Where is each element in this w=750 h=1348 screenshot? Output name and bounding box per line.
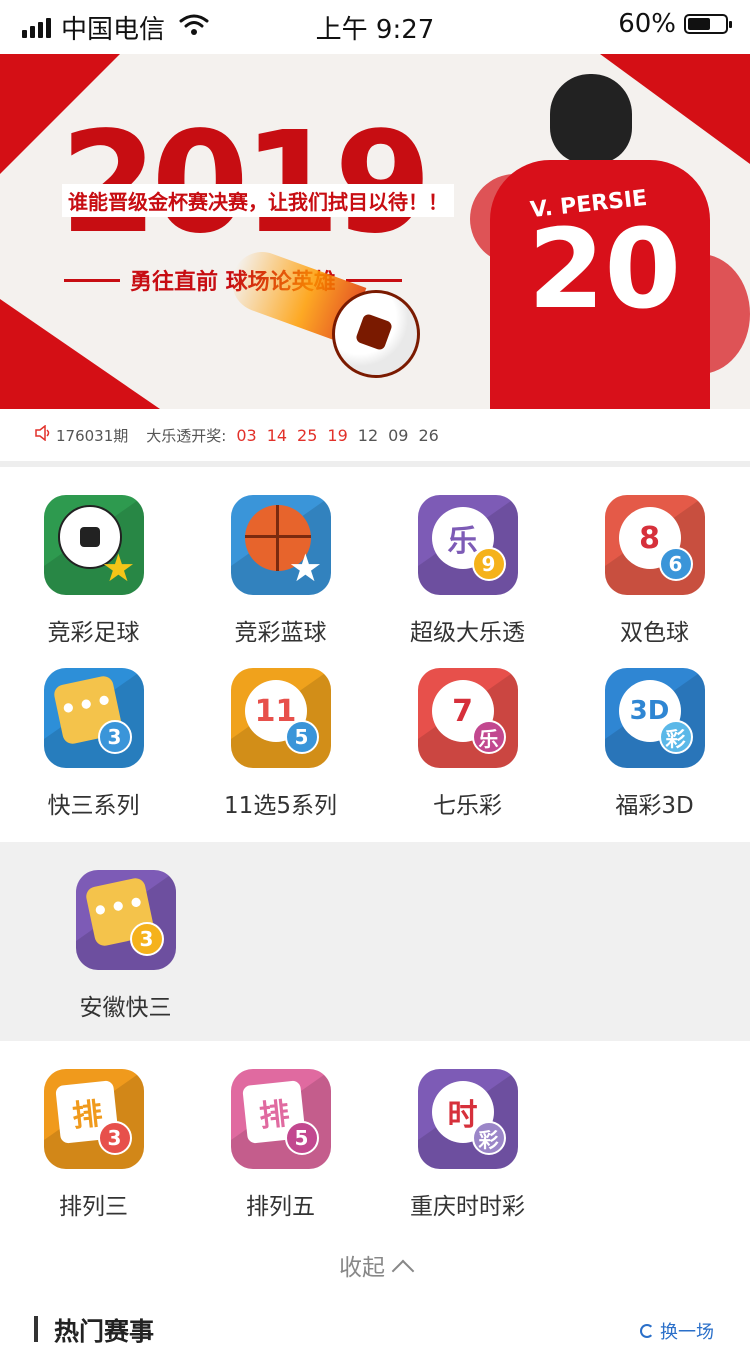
pailie-three-icon: 排3 (43, 1069, 144, 1169)
game-item-eleven-five[interactable]: 11 5 11选5系列 (187, 668, 374, 820)
game-item-shishicai[interactable]: 时彩 重庆时时彩 (374, 1069, 561, 1221)
dice-icon: 3 (75, 870, 176, 970)
battery-group: 60% (618, 9, 732, 39)
section-divider (0, 461, 750, 467)
expanded-games-panel: 3 安徽快三 (0, 842, 750, 1041)
lotto-ball-icon: 乐9 (417, 495, 518, 595)
draw-result-ticker[interactable]: 176031期 大乐透开奖: 03 14 25 19 12 09 26 (0, 409, 750, 461)
refresh-icon (640, 1324, 654, 1338)
game-label: 排列五 (246, 1194, 315, 1220)
speaker-icon (34, 424, 52, 445)
game-label: 快三系列 (47, 793, 140, 819)
basketball-icon: ★ (230, 495, 331, 595)
game-label: 福彩3D (615, 793, 694, 819)
game-item-double-color-ball[interactable]: 86 双色球 (561, 495, 748, 647)
refresh-button[interactable]: 换一场 (640, 1318, 714, 1344)
fucai-3d-icon: 3D 彩 (604, 668, 705, 768)
player-figure: V. PERSIE 20 (470, 74, 730, 409)
seven-lotto-icon: 7乐 (417, 668, 518, 768)
game-item-pailie-five[interactable]: 排5 排列五 (187, 1069, 374, 1221)
refresh-label: 换一场 (660, 1322, 714, 1343)
game-item-fucai-3d[interactable]: 3D 彩 福彩3D (561, 668, 748, 820)
section-marker (34, 1316, 38, 1342)
section-title: 热门赛事 (54, 1317, 155, 1346)
game-item-anhui-kuai-san[interactable]: 3 安徽快三 (32, 870, 219, 1022)
chevron-up-icon (391, 1259, 415, 1283)
draw-gray-number: 26 (418, 425, 439, 445)
game-item-super-lotto[interactable]: 乐9 超级大乐透 (374, 495, 561, 647)
double-color-ball-icon: 86 (604, 495, 705, 595)
battery-icon (684, 14, 732, 34)
draw-red-number: 19 (327, 425, 348, 445)
dice-icon: 3 (43, 668, 144, 768)
battery-percent: 60% (618, 9, 676, 39)
hot-matches-header: 热门赛事 换一场 (0, 1306, 750, 1346)
pailie-five-icon: 排5 (230, 1069, 331, 1169)
banner-slogan-top: 谁能晋级金杯赛决赛，让我们拭目以待！！ (62, 184, 454, 217)
game-item-jingcai-football[interactable]: ★ 竞彩足球 (0, 495, 187, 647)
draw-gray-number: 09 (388, 425, 409, 445)
status-bar: 中国电信 上午 9:27 60% (0, 0, 750, 54)
draw-red-number: 25 (297, 425, 318, 445)
collapse-toggle[interactable]: 收起 (0, 1248, 750, 1283)
game-label: 竞彩蓝球 (234, 620, 327, 646)
game-label: 11选5系列 (224, 793, 337, 819)
game-label: 排列三 (59, 1194, 128, 1220)
eleven-five-icon: 11 5 (230, 668, 331, 768)
player-number: 20 (528, 205, 682, 333)
game-item-seven-lotto[interactable]: 7乐 七乐彩 (374, 668, 561, 820)
draw-red-number: 03 (236, 425, 257, 445)
game-label: 双色球 (620, 620, 689, 646)
soccer-ball-graphic (332, 290, 420, 378)
soccer-ball-icon: ★ (43, 495, 144, 595)
draw-gray-number: 12 (357, 425, 379, 445)
game-label: 竞彩足球 (47, 620, 140, 646)
game-item-pailie-three[interactable]: 排3 排列三 (0, 1069, 187, 1221)
game-label: 重庆时时彩 (410, 1194, 525, 1220)
promo-banner[interactable]: 2019 谁能晋级金杯赛决赛，让我们拭目以待！！ 勇往直前 球场论英雄 V. P… (0, 54, 750, 409)
game-item-kuai-san[interactable]: 3 快三系列 (0, 668, 187, 820)
game-label: 超级大乐透 (410, 620, 525, 646)
game-label: 安徽快三 (79, 995, 172, 1021)
game-label: 七乐彩 (433, 793, 502, 819)
shishicai-icon: 时彩 (417, 1069, 518, 1169)
draw-issue: 176031期 (56, 426, 129, 445)
game-item-jingcai-basketball[interactable]: ★ 竞彩蓝球 (187, 495, 374, 647)
draw-game-label: 大乐透开奖: (146, 426, 227, 445)
draw-red-number: 14 (266, 425, 288, 445)
banner-decoration (0, 299, 160, 409)
collapse-label: 收起 (339, 1255, 385, 1281)
